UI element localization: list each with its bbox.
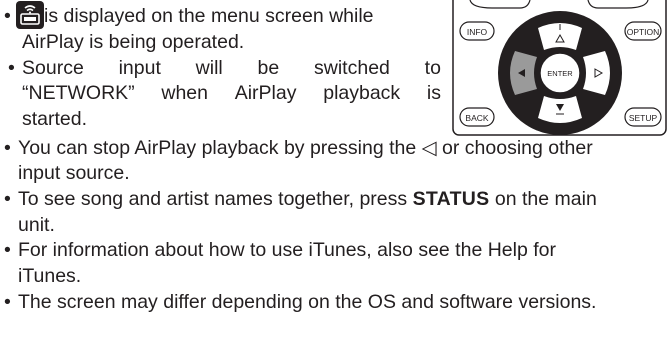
bullet-dot: •	[4, 5, 11, 27]
bullet-2-line-1: Source input will be switched to	[22, 57, 441, 79]
bullet-dot: •	[8, 57, 15, 79]
bullet-2-line-2: “NETWORK” when AirPlay playback is	[22, 82, 441, 104]
info-label: INFO	[467, 27, 488, 37]
bullet-1-line-2: AirPlay is being operated.	[22, 31, 245, 53]
bullet-4-line-1: • To see song and artist names together, …	[4, 188, 597, 210]
bullet-5-line-2: iTunes.	[18, 265, 82, 287]
status-button-label: STATUS	[412, 188, 490, 210]
bullet-3-line-2: input source.	[18, 162, 130, 184]
airplay-device-icon	[16, 1, 44, 29]
remote-control-illustration: INFO OPTION BACK SETUP ENTER	[452, 0, 667, 136]
bullet-5-line-1: • For information about how to use iTunes…	[4, 239, 556, 261]
bullet-1-line-1: is displayed on the menu screen while	[44, 5, 374, 27]
bullet-3-line-1: • You can stop AirPlay playback by pressi…	[4, 137, 593, 159]
bullet-6-line-1: • The screen may differ depending on the …	[4, 291, 597, 313]
setup-label: SETUP	[629, 113, 658, 123]
bullet-4-line-2: unit.	[18, 214, 55, 236]
enter-label: ENTER	[547, 69, 573, 78]
left-arrow-symbol: ◁	[421, 137, 437, 159]
option-label: OPTION	[627, 27, 660, 37]
back-label: BACK	[465, 113, 488, 123]
bullet-2-line-3: started.	[22, 108, 88, 130]
right-arrow-button	[583, 51, 610, 95]
